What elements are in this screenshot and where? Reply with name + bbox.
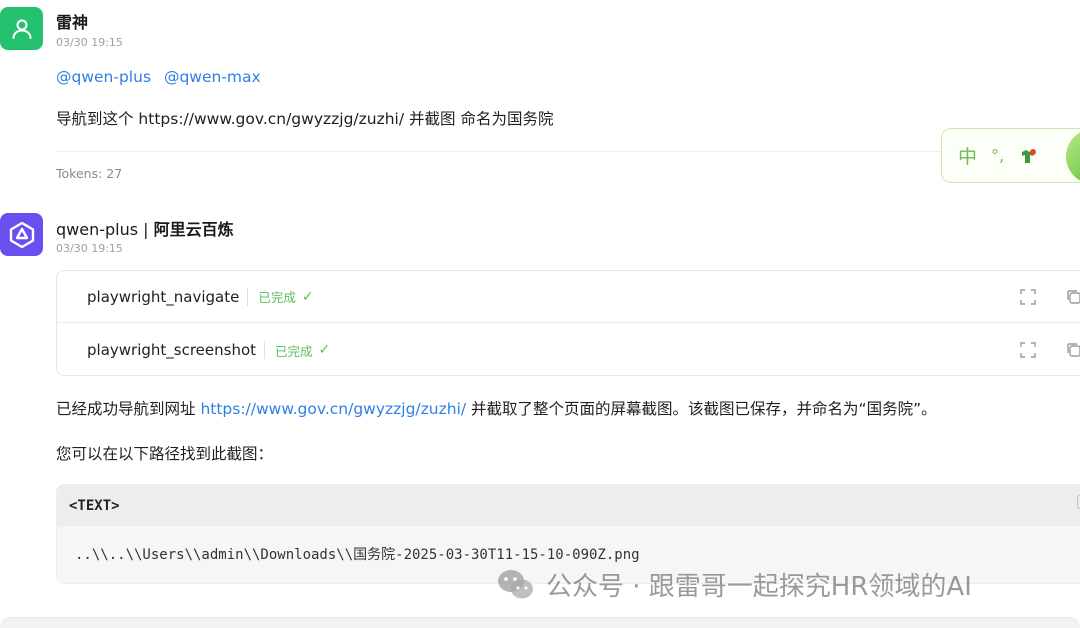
tool-call-item[interactable]: playwright_screenshot 已完成 ✓ xyxy=(57,324,1080,376)
ai-name: qwen-plus | 阿里云百炼 xyxy=(56,216,234,240)
tool-call-status: 已完成 xyxy=(275,343,313,359)
check-icon: ✓ xyxy=(301,288,314,305)
message-divider xyxy=(56,151,1080,152)
ime-skin-icon[interactable] xyxy=(1018,146,1038,166)
check-icon: ✓ xyxy=(318,342,331,358)
copy-icon[interactable] xyxy=(1065,341,1080,359)
qwen-logo-icon xyxy=(9,221,34,248)
ai-name-separator: | xyxy=(138,220,154,239)
expand-icon[interactable] xyxy=(1019,288,1037,306)
reply-link[interactable]: https://www.gov.cn/gwyzzjg/zuzhi/ xyxy=(200,400,466,418)
expand-icon[interactable] xyxy=(1019,341,1037,359)
ai-model-name: qwen-plus xyxy=(56,220,139,239)
tool-call-list: playwright_navigate 已完成 ✓ playwright_scr… xyxy=(56,270,1080,376)
user-name: 雷神 xyxy=(56,13,89,32)
user-icon xyxy=(12,19,31,39)
watermark-text: 公众号 · 跟雷哥一起探究HR领域的AI xyxy=(546,572,972,602)
ime-leaf-decoration xyxy=(1066,129,1080,184)
tool-call-name: playwright_navigate xyxy=(87,287,240,306)
copy-icon[interactable] xyxy=(1065,288,1080,306)
ime-punctuation-indicator[interactable]: °, xyxy=(991,146,1004,165)
tool-call-item[interactable]: playwright_navigate 已完成 ✓ xyxy=(57,271,1080,323)
ai-provider-name: 阿里云百炼 xyxy=(153,220,234,239)
tool-call-name: playwright_screenshot xyxy=(87,341,257,359)
reply-text-after: 并截取了整个页面的屏幕截图。该截图已保存，并命名为“国务院”。 xyxy=(466,400,937,418)
ai-avatar xyxy=(0,213,43,256)
token-count: Tokens: 27 xyxy=(56,166,123,181)
code-block-header: <TEXT> xyxy=(57,485,1080,526)
ai-reply-path-intro: 您可以在以下路径找到此截图： xyxy=(56,445,274,463)
reply-text-before: 已经成功导航到网址 xyxy=(56,400,201,418)
user-message-text: 导航到这个 https://www.gov.cn/gwyzzjg/zuzhi/ … xyxy=(56,110,554,128)
ai-message-time: 03/30 19:15 xyxy=(56,242,123,255)
ai-reply-text: 已经成功导航到网址 https://www.gov.cn/gwyzzjg/zuz… xyxy=(56,397,937,419)
mention-qwen-plus[interactable]: @qwen-plus xyxy=(56,68,151,86)
ime-toolbar[interactable]: 中 °, xyxy=(941,128,1080,184)
user-message-time: 03/30 19:15 xyxy=(56,36,123,49)
tool-call-separator xyxy=(247,287,249,306)
code-language-label: <TEXT> xyxy=(69,497,120,514)
ime-mode-indicator[interactable]: 中 xyxy=(958,142,977,169)
code-block-content: ..\\..\\Users\\admin\\Downloads\\国务院-202… xyxy=(75,547,640,563)
user-avatar xyxy=(0,7,43,50)
mention-list: @qwen-plus @qwen-max xyxy=(56,68,269,86)
tool-call-status: 已完成 xyxy=(258,290,296,305)
wechat-icon xyxy=(498,569,533,598)
tool-call-separator xyxy=(264,341,266,359)
input-bar-edge xyxy=(0,617,1080,628)
watermark: 公众号 · 跟雷哥一起探究HR领域的AI xyxy=(496,566,972,603)
mention-qwen-max[interactable]: @qwen-max xyxy=(164,68,261,86)
